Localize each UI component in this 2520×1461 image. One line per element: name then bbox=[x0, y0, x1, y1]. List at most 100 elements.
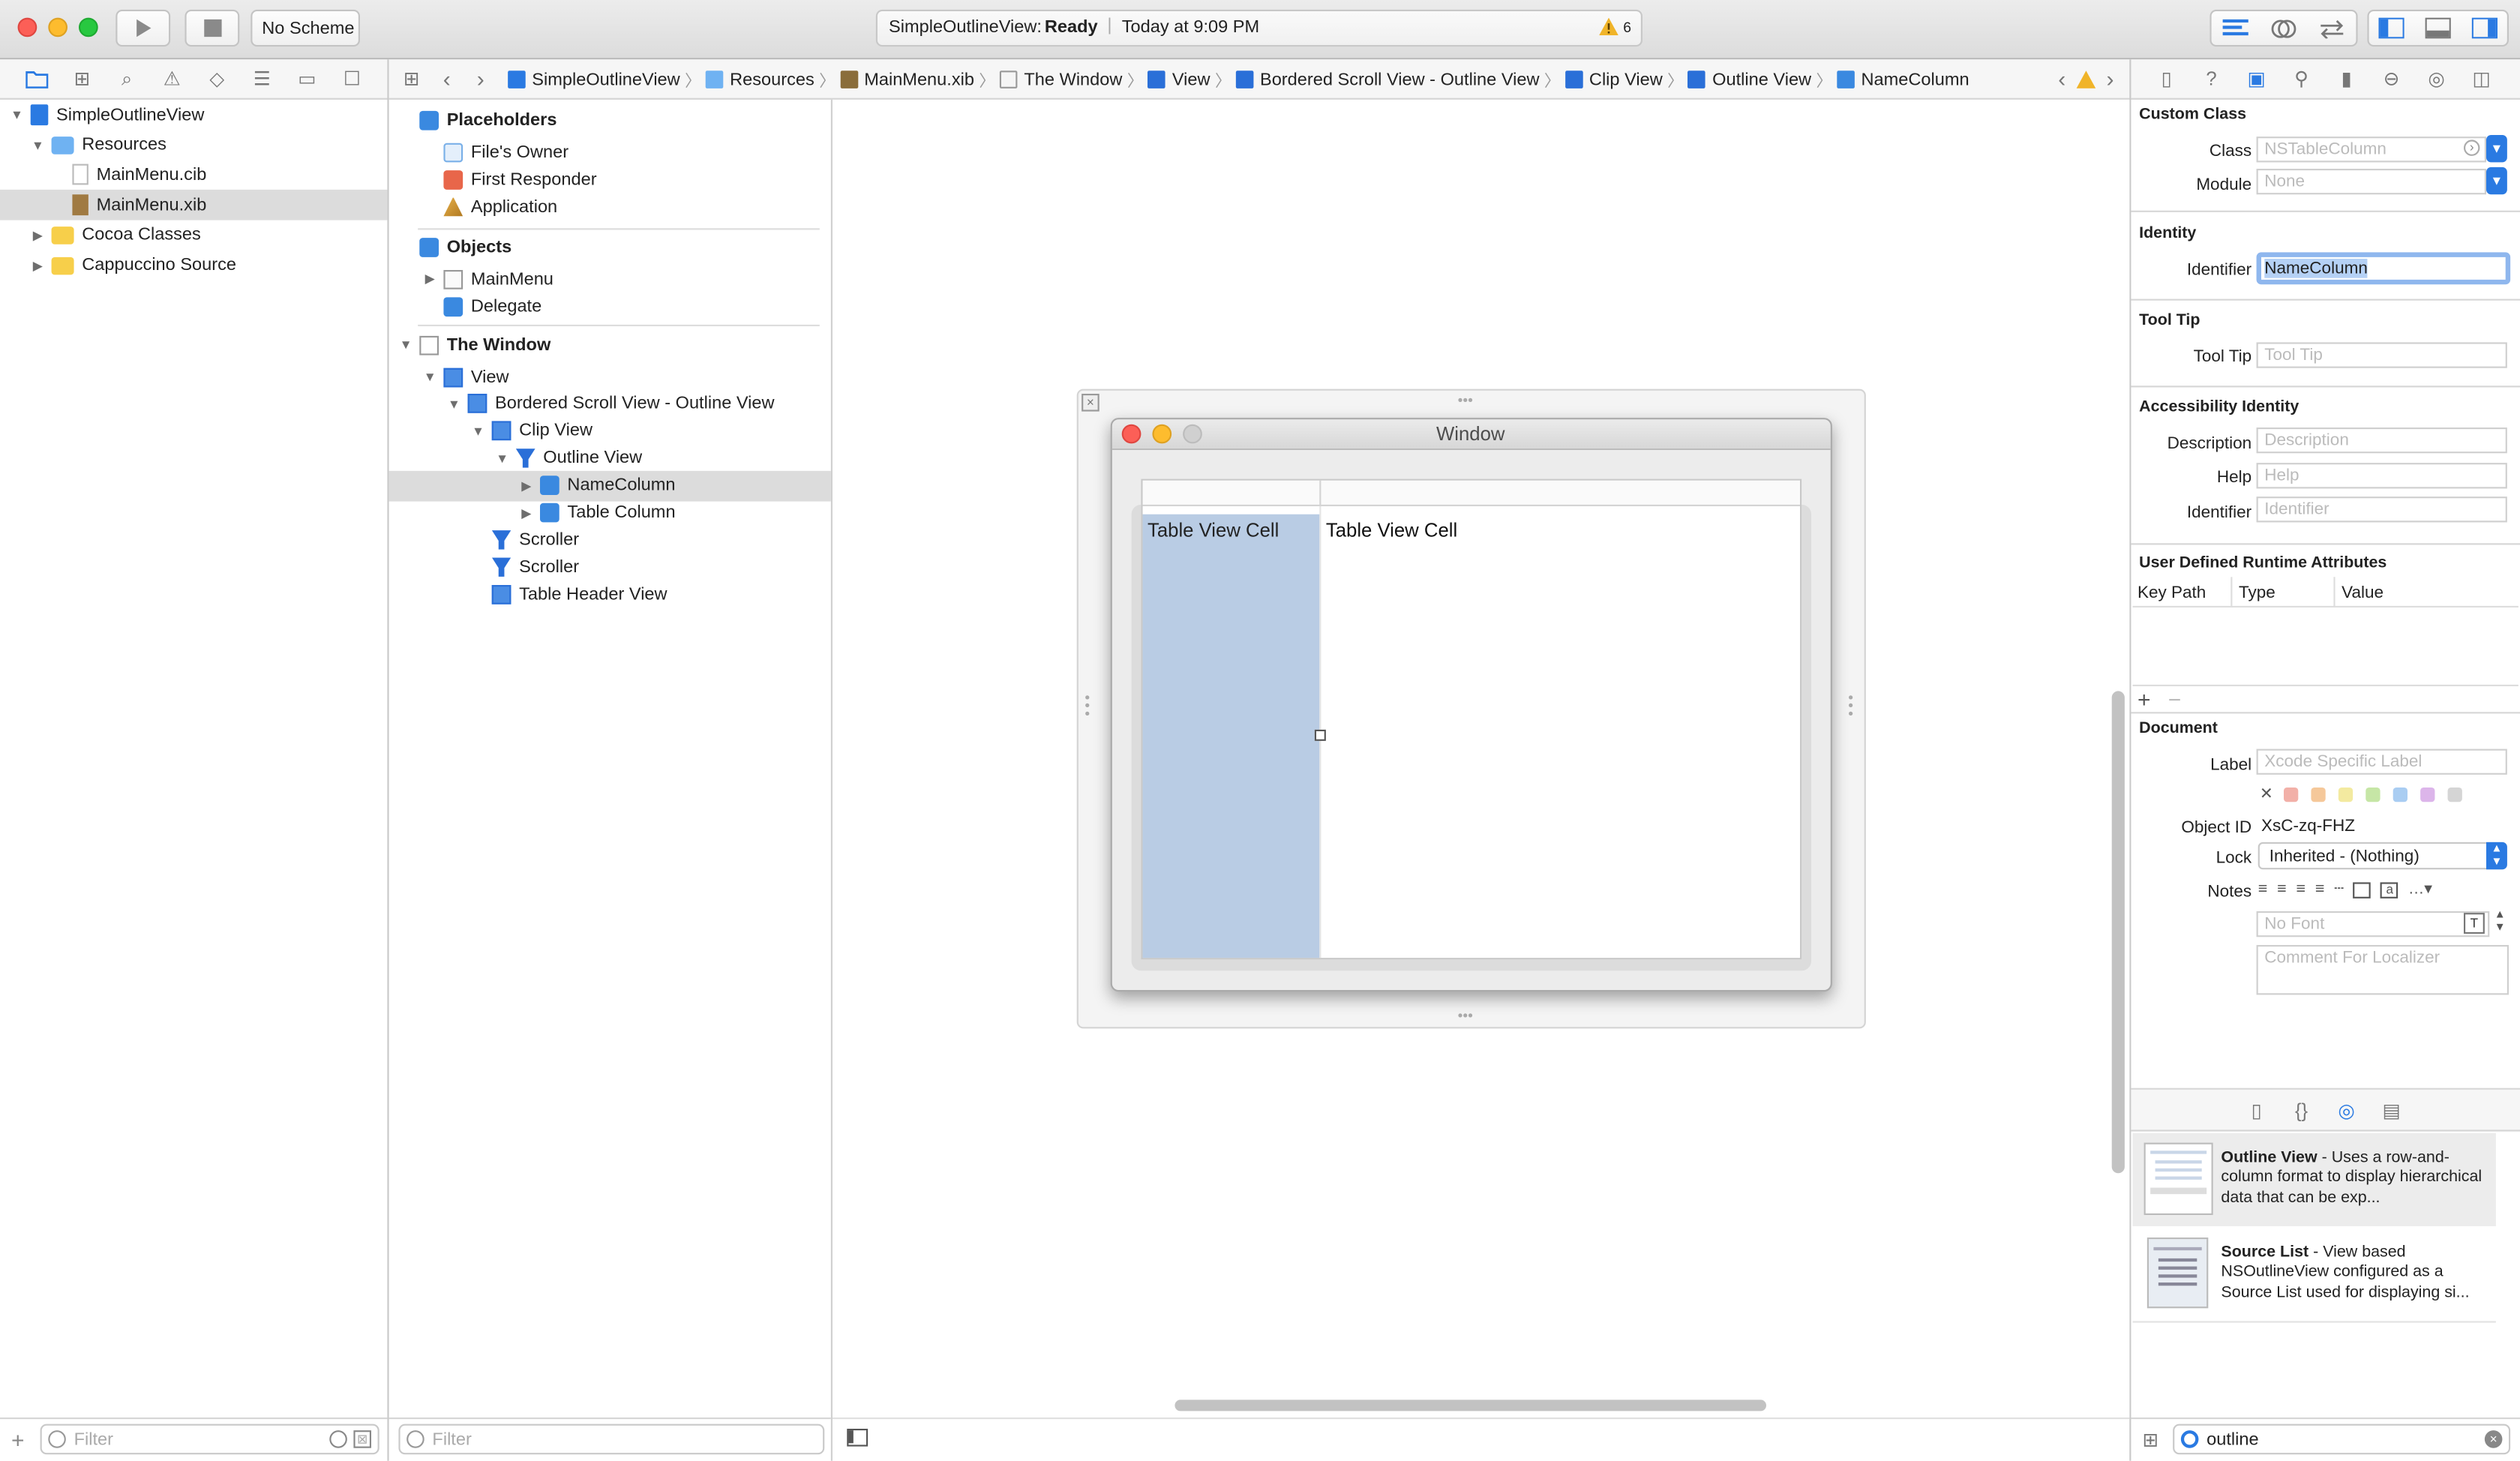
issue-warning-icon[interactable] bbox=[2074, 68, 2097, 90]
code-snippet-library-icon[interactable]: {} bbox=[2290, 1100, 2313, 1122]
breadcrumb-item[interactable]: Resources bbox=[705, 70, 814, 89]
breadcrumb-item[interactable]: Clip View bbox=[1564, 70, 1663, 89]
disclosure-closed-icon[interactable]: ▶ bbox=[31, 228, 45, 242]
class-field[interactable]: NSTableColumn bbox=[2256, 136, 2486, 163]
library-grid-view-icon[interactable]: ⊞ bbox=[2142, 1429, 2158, 1451]
navigator-item[interactable]: ▼ Resources bbox=[0, 130, 387, 160]
udra-col-type[interactable]: Type bbox=[2239, 584, 2276, 603]
udra-col-keypath[interactable]: Key Path bbox=[2138, 584, 2206, 603]
resize-handle-bottom[interactable]: ••• bbox=[1458, 1008, 1473, 1024]
column-resize-handle[interactable] bbox=[1314, 729, 1326, 741]
lock-popup[interactable]: Inherited - (Nothing) ▲ ▼ bbox=[2258, 842, 2507, 870]
table-view-cell-column[interactable]: Table View Cell bbox=[1326, 519, 1457, 542]
outline-object-item[interactable]: ▶ MainMenu bbox=[389, 263, 831, 294]
add-attribute-icon[interactable]: + bbox=[2138, 686, 2151, 712]
canvas-vertical-scrollbar[interactable] bbox=[2111, 691, 2125, 1174]
previous-issue-icon[interactable]: ‹ bbox=[2050, 66, 2073, 92]
disclosure-open-icon[interactable]: ▼ bbox=[495, 451, 509, 465]
issue-navigator-icon[interactable]: ⚠ bbox=[160, 68, 183, 90]
outline-section-window[interactable]: ▼ The Window bbox=[389, 329, 831, 360]
outline-tree-item[interactable]: ▼ Outline View bbox=[389, 443, 831, 474]
file-template-library-icon[interactable]: ▯ bbox=[2246, 1100, 2268, 1122]
breadcrumb-item[interactable]: Bordered Scroll View - Outline View bbox=[1235, 70, 1539, 89]
outline-object-item[interactable]: Delegate bbox=[389, 291, 831, 322]
comment-for-localizer-field[interactable]: Comment For Localizer bbox=[2256, 945, 2509, 995]
remove-attribute-icon[interactable]: − bbox=[2168, 686, 2182, 712]
close-window-button[interactable] bbox=[17, 17, 38, 38]
breadcrumb-item[interactable]: NameColumn bbox=[1837, 70, 1970, 89]
outline-tree-item[interactable]: ▼ View bbox=[389, 362, 831, 392]
label-color-swatch[interactable] bbox=[2311, 788, 2326, 802]
outline-filter-field[interactable]: Filter bbox=[398, 1424, 825, 1455]
disclosure-open-icon[interactable]: ▼ bbox=[398, 338, 412, 352]
text-style-icon[interactable]: a bbox=[2380, 881, 2399, 898]
outline-tree-item[interactable]: Table Header View bbox=[389, 579, 831, 610]
font-size-stepper-icon[interactable]: ▲ ▼ bbox=[2494, 910, 2506, 935]
help-field[interactable]: Help bbox=[2256, 463, 2507, 489]
version-editor-icon[interactable] bbox=[2319, 19, 2344, 38]
outline-tree-item[interactable]: ▼ Bordered Scroll View - Outline View bbox=[389, 388, 831, 419]
disclosure-open-icon[interactable]: ▼ bbox=[471, 424, 485, 438]
align-right-icon[interactable]: ≡ bbox=[2296, 880, 2306, 898]
navigator-toggle-icon[interactable] bbox=[2379, 17, 2405, 39]
object-library-icon[interactable]: ◎ bbox=[2336, 1100, 2358, 1122]
scm-filter-icon[interactable]: ⊠ bbox=[353, 1430, 371, 1448]
more-options-icon[interactable]: …▾ bbox=[2408, 880, 2432, 898]
canvas-horizontal-scrollbar[interactable] bbox=[1174, 1400, 1766, 1412]
resize-handle-left[interactable]: • • • bbox=[1084, 690, 1094, 721]
size-inspector-icon[interactable]: ▮ bbox=[2336, 68, 2358, 90]
file-inspector-icon[interactable]: ▯ bbox=[2156, 68, 2178, 90]
add-file-icon[interactable]: + bbox=[11, 1427, 25, 1453]
label-color-swatch[interactable] bbox=[2366, 788, 2380, 802]
outline-section-placeholders[interactable]: Placeholders bbox=[389, 104, 831, 135]
resize-handle-top[interactable]: ••• bbox=[1458, 392, 1473, 408]
label-color-swatch[interactable] bbox=[2447, 788, 2462, 802]
outline-tree-item[interactable]: Scroller bbox=[389, 552, 831, 583]
module-dropdown-icon[interactable]: ▼ bbox=[2486, 166, 2507, 195]
symbol-navigator-icon[interactable]: ⊞ bbox=[70, 68, 93, 90]
disclosure-open-icon[interactable]: ▼ bbox=[31, 138, 45, 152]
breakpoint-navigator-icon[interactable]: ▭ bbox=[296, 68, 318, 90]
breadcrumb-item[interactable]: SimpleOutlineView bbox=[508, 70, 680, 89]
outline-tree-item[interactable]: Scroller bbox=[389, 524, 831, 555]
tooltip-field[interactable]: Tool Tip bbox=[2256, 342, 2507, 368]
document-outline-toggle-icon[interactable] bbox=[847, 1429, 868, 1447]
udra-col-value[interactable]: Value bbox=[2342, 584, 2384, 603]
label-color-swatch[interactable] bbox=[2284, 788, 2299, 802]
forward-icon[interactable]: › bbox=[470, 66, 492, 92]
disclosure-open-icon[interactable]: ▼ bbox=[447, 397, 461, 411]
label-color-swatch[interactable] bbox=[2392, 788, 2408, 802]
warnings-indicator[interactable]: 6 bbox=[1599, 17, 1631, 36]
related-items-icon[interactable]: ⊞ bbox=[400, 68, 423, 90]
breadcrumb-item[interactable]: MainMenu.xib bbox=[840, 70, 974, 89]
report-navigator-icon[interactable]: ☐ bbox=[340, 68, 363, 90]
outline-section-objects[interactable]: Objects bbox=[389, 232, 831, 262]
font-picker-icon[interactable]: T bbox=[2464, 913, 2485, 934]
description-field[interactable]: Description bbox=[2256, 428, 2507, 454]
breadcrumb-item[interactable]: Outline View bbox=[1688, 70, 1811, 89]
class-dropdown-icon[interactable]: ▼ bbox=[2486, 135, 2507, 163]
outline-placeholder-item[interactable]: First Responder bbox=[389, 164, 831, 195]
font-color-icon[interactable] bbox=[2354, 881, 2372, 898]
help-inspector-icon[interactable]: ? bbox=[2200, 68, 2223, 90]
debug-navigator-icon[interactable]: ☰ bbox=[250, 68, 273, 90]
identifier-field[interactable]: NameColumn bbox=[2256, 252, 2511, 285]
navigator-filter-field[interactable]: Filter ⊠ bbox=[40, 1424, 380, 1455]
navigator-item[interactable]: MainMenu.cib bbox=[0, 160, 387, 190]
label-color-swatch[interactable] bbox=[2420, 788, 2435, 802]
scene-close-icon[interactable]: × bbox=[1082, 394, 1100, 412]
outline-tree-item[interactable]: ▼ Clip View bbox=[389, 416, 831, 447]
acc-identifier-field[interactable]: Identifier bbox=[2256, 496, 2507, 523]
notes-font-field[interactable]: No Font bbox=[2256, 911, 2490, 938]
disclosure-closed-icon[interactable]: ▶ bbox=[423, 272, 437, 286]
navigator-item[interactable]: MainMenu.xib bbox=[0, 190, 388, 220]
effects-inspector-icon[interactable]: ◫ bbox=[2470, 68, 2493, 90]
label-color-swatch[interactable] bbox=[2338, 788, 2354, 802]
stop-button[interactable] bbox=[184, 9, 240, 47]
bindings-inspector-icon[interactable]: ◎ bbox=[2426, 68, 2448, 90]
navigator-item[interactable]: ▶ Cocoa Classes bbox=[0, 220, 387, 250]
test-navigator-icon[interactable]: ◇ bbox=[206, 68, 228, 90]
scheme-selector[interactable]: No Scheme bbox=[250, 9, 360, 47]
run-button[interactable] bbox=[116, 9, 171, 47]
align-center-icon[interactable]: ≡ bbox=[2277, 880, 2287, 898]
